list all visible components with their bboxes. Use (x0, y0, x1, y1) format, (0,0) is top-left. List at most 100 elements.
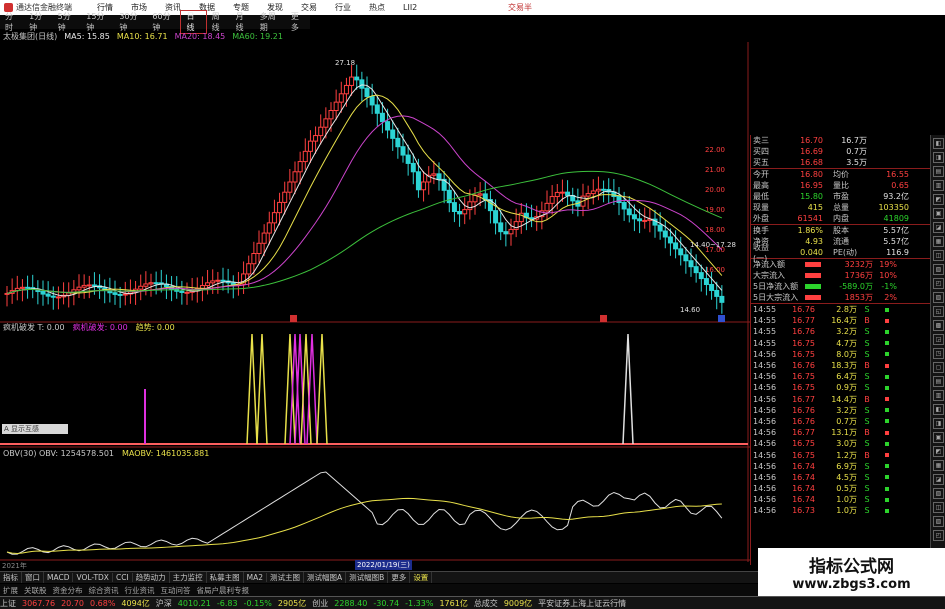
toolbar-icon[interactable]: ▢ (933, 362, 944, 373)
tab-5[interactable]: 趋势动力 (133, 572, 170, 583)
ext-item-3[interactable]: 综合资讯 (89, 585, 119, 596)
candle-body (688, 260, 694, 268)
high-annotation: 27.18 (335, 59, 355, 67)
toolbar-icon[interactable]: ▨ (933, 516, 944, 527)
tick-price: 16.76 (792, 327, 815, 337)
toolbar-icon[interactable]: ◳ (933, 348, 944, 359)
flow-pct: -1% (881, 282, 897, 291)
candle-body (457, 210, 463, 215)
toolbar-icon[interactable]: ◫ (933, 502, 944, 513)
toolbar-icon[interactable]: ◫ (933, 250, 944, 261)
tab-6[interactable]: 主力监控 (170, 572, 207, 583)
toolbar-icon[interactable]: ▣ (933, 208, 944, 219)
display-tip[interactable]: A 显示互感 (2, 424, 68, 434)
menu-hangye[interactable]: 行业 (326, 2, 360, 13)
tick-side: B (864, 428, 870, 438)
ext-item-2[interactable]: 资金分布 (53, 585, 83, 596)
tick-time: 14:56 (753, 383, 777, 393)
menu-redian[interactable]: 热点 (360, 2, 394, 13)
menu-l2[interactable]: LII2 (394, 3, 426, 12)
tick-side: S (864, 484, 870, 494)
tick-marker (885, 475, 889, 480)
tab-4[interactable]: CCI (113, 573, 133, 582)
tick-price: 16.77 (792, 428, 815, 438)
ext-item-5[interactable]: 互动问答 (161, 585, 191, 596)
stat-row: 外盘 61541 内盘 41809 (751, 213, 930, 224)
period-10[interactable]: 更多 (286, 11, 310, 33)
candle-body (431, 173, 437, 176)
tab-10[interactable]: 测试幅图A (304, 572, 347, 583)
tab-12[interactable]: 更多 (388, 572, 411, 583)
candle-body (354, 76, 360, 81)
status-item-11: 2288.40 (334, 598, 368, 608)
tick-time: 14:56 (753, 349, 777, 359)
tab-8[interactable]: MA2 (244, 573, 268, 582)
toolbar-icon[interactable]: ◪ (933, 222, 944, 233)
toolbar-icon[interactable]: ▥ (933, 180, 944, 191)
candle-body (421, 181, 427, 191)
toolbar-icon[interactable]: ▣ (933, 432, 944, 443)
tick-marker (885, 374, 889, 379)
toolbar-icon[interactable]: ▦ (933, 236, 944, 247)
tab-11[interactable]: 测试幅图B (346, 572, 389, 583)
tab-9[interactable]: 测试主图 (267, 572, 305, 583)
ext-item-1[interactable]: 关联股 (24, 585, 47, 596)
flow-row: 5日大宗流入 1853万 2% (751, 292, 930, 303)
toolbar-icon[interactable]: ◰ (933, 278, 944, 289)
tick-side: S (864, 383, 870, 393)
trade-link[interactable]: 交易半 (508, 2, 532, 13)
flow-value: 1736万 (844, 271, 873, 280)
candle-body (246, 263, 252, 275)
price-tick-label: 20.00 (705, 186, 725, 194)
toolbar-icon[interactable]: ◰ (933, 530, 944, 541)
stat2-value: 4.93 (805, 237, 823, 246)
toolbar-icon[interactable]: ◱ (933, 306, 944, 317)
toolbar-icon[interactable]: ▨ (933, 292, 944, 303)
tick-price: 16.76 (792, 405, 815, 415)
toolbar-icon[interactable]: ▩ (933, 320, 944, 331)
tab-7[interactable]: 私募主图 (207, 572, 244, 583)
tab-0[interactable]: 指标 (0, 572, 22, 583)
tick-time: 14:56 (753, 372, 777, 382)
toolbar-icon[interactable]: ▤ (933, 376, 944, 387)
price-tick-label: 22.00 (705, 146, 725, 154)
toolbar-icon[interactable]: ▧ (933, 264, 944, 275)
candle-body (595, 188, 601, 192)
toolbar-icon[interactable]: ◩ (933, 194, 944, 205)
time-cursor-label: 2022/01/19(三) (355, 560, 412, 570)
tick-volume: 13.1万 (831, 428, 857, 438)
toolbar-icon[interactable]: ◲ (933, 334, 944, 345)
tick-row: 14:56 16.76 18.3万 B (751, 360, 930, 371)
toolbar-icon[interactable]: ◩ (933, 446, 944, 457)
candle-body (261, 232, 267, 244)
candle-body (616, 196, 622, 204)
side-toolbar[interactable]: ◧ ◨ ▤ ▥ ◩ ▣ ◪ ▦ ◫ ▧ ◰ ▨ ◱ ▩ ◲ ◳ ▢ ▤ ▥ ◧ ◨ ▣ ◩ ▦ ◪ ▧ ◫ ▨ ◰ (930, 135, 945, 565)
tick-price: 16.75 (792, 383, 815, 393)
toolbar-icon[interactable]: ▧ (933, 488, 944, 499)
toolbar-icon[interactable]: ◧ (933, 138, 944, 149)
candle-body (359, 79, 365, 89)
stat2-value: 0.040 (800, 248, 823, 257)
ext-item-0[interactable]: 扩展 (3, 585, 18, 596)
tab-2[interactable]: MACD (44, 573, 74, 582)
ext-item-4[interactable]: 行业资讯 (125, 585, 155, 596)
stat2-value2: 116.9 (886, 248, 909, 257)
toolbar-icon[interactable]: ◪ (933, 474, 944, 485)
ext-item-6[interactable]: 省局户晨利专报 (197, 585, 250, 596)
toolbar-icon[interactable]: ◧ (933, 404, 944, 415)
tab-3[interactable]: VOL-TDX (73, 573, 113, 582)
tick-price: 16.74 (792, 495, 815, 505)
tab-13[interactable]: 设置 (410, 572, 433, 583)
candle-body (436, 173, 442, 180)
toolbar-icon[interactable]: ▤ (933, 166, 944, 177)
toolbar-icon[interactable]: ▥ (933, 390, 944, 401)
tick-time: 14:56 (753, 405, 777, 415)
time-start-label: 2021年 (2, 562, 27, 570)
toolbar-icon[interactable]: ▦ (933, 460, 944, 471)
chart-area[interactable]: 22.0021.0020.0019.0018.0017.0016.0027.18… (0, 42, 750, 562)
flow-bar (805, 284, 821, 289)
toolbar-icon[interactable]: ◨ (933, 152, 944, 163)
period-bar: 分时 1分钟 5分钟 15分钟 30分钟 60分钟 日线 周线 月线 多周期 更多 (0, 10, 310, 34)
tab-1[interactable]: 窗口 (22, 572, 44, 583)
toolbar-icon[interactable]: ◨ (933, 418, 944, 429)
